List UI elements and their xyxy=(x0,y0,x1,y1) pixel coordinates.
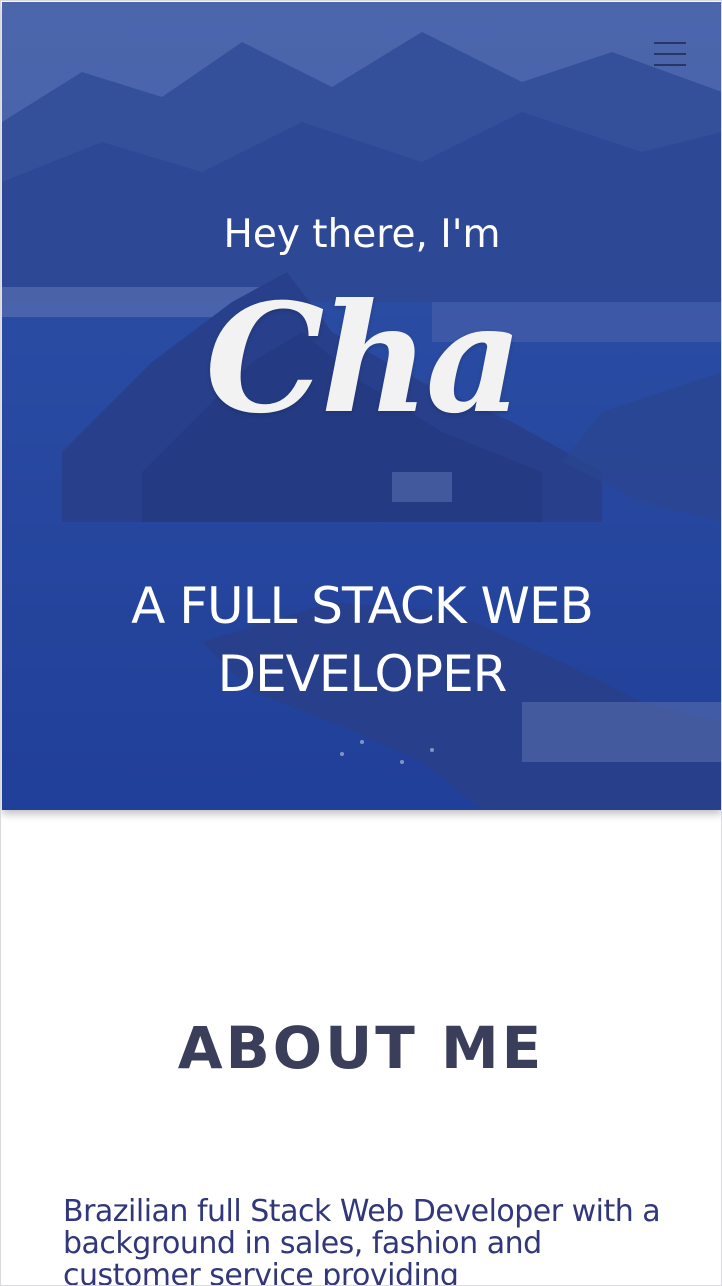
about-title: ABOUT ME xyxy=(177,1014,545,1082)
hero-name: Cha xyxy=(205,271,523,447)
hamburger-menu-icon[interactable] xyxy=(654,42,688,68)
hero-section: Hey there, I'm Cha A FULL STACK WEB DEVE… xyxy=(2,2,721,810)
hero-greeting: Hey there, I'm xyxy=(223,212,501,257)
page: Hey there, I'm Cha A FULL STACK WEB DEVE… xyxy=(0,0,722,1286)
about-text: Brazilian full Stack Web Developer with … xyxy=(63,1194,661,1286)
hero-role: A FULL STACK WEB DEVELOPER xyxy=(131,577,594,703)
